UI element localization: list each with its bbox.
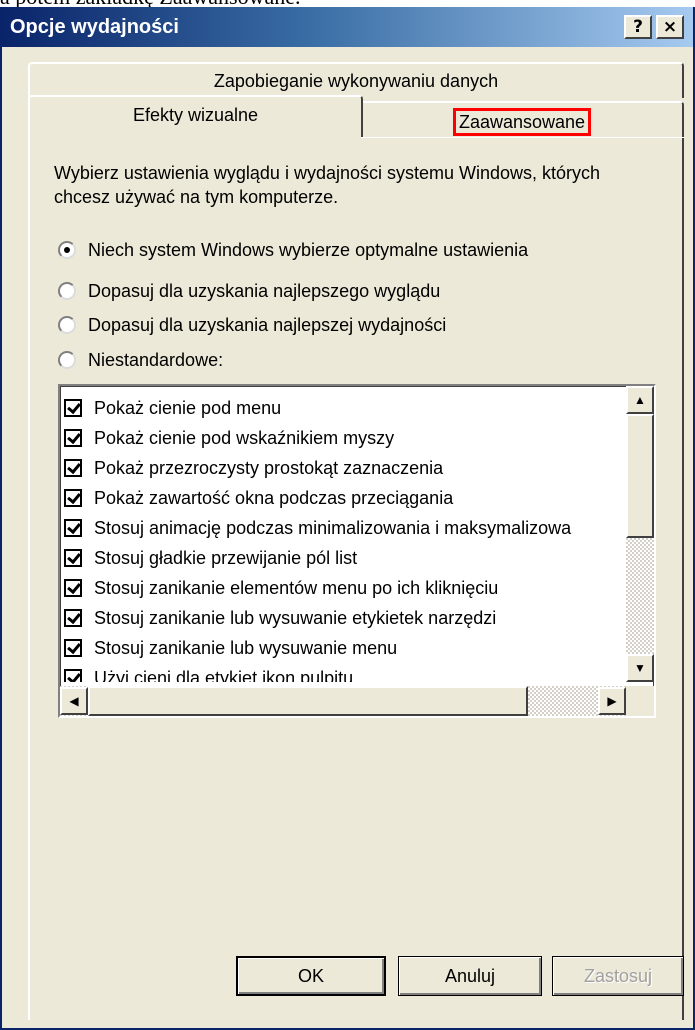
title-bar[interactable]: Opcje wydajności ? × [2, 7, 693, 47]
horizontal-scrollbar[interactable]: ◀ ▶ [60, 686, 626, 716]
list-item-label: Stosuj zanikanie lub wysuwanie etykietek… [94, 607, 497, 628]
list-item[interactable]: Stosuj zanikanie elementów menu po ich k… [64, 574, 498, 602]
ok-button[interactable]: OK [236, 956, 386, 996]
checkbox-icon[interactable] [64, 489, 82, 507]
radio-custom[interactable]: Niestandardowe: [58, 347, 223, 373]
radio-label: Dopasuj dla uzyskania najlepszej wydajno… [88, 314, 447, 335]
scroll-up-icon[interactable]: ▲ [626, 386, 654, 414]
list-item-label: Stosuj zanikanie lub wysuwanie menu [94, 637, 398, 658]
list-item-label: Stosuj animację podczas minimalizowania … [94, 517, 572, 538]
list-item[interactable]: Użyj cieni dla etykiet ikon pulpitu [64, 664, 353, 682]
list-item-label: Pokaż cienie pod wskaźnikiem myszy [94, 427, 395, 448]
checkbox-icon[interactable] [64, 609, 82, 627]
radio-button-icon[interactable] [58, 282, 76, 300]
scrollbar-corner [626, 686, 654, 716]
dialog-title: Opcje wydajności [10, 16, 179, 38]
apply-button[interactable]: Zastosuj [552, 956, 684, 996]
list-item-label: Pokaż cienie pod menu [94, 397, 282, 418]
tab-visual-effects[interactable]: Efekty wizualne [28, 95, 363, 137]
tab-advanced[interactable]: Zaawansowane [360, 101, 684, 137]
radio-label: Dopasuj dla uzyskania najlepszego wygląd… [88, 280, 441, 301]
scroll-down-icon[interactable]: ▼ [626, 654, 654, 682]
visual-effects-list[interactable]: Pokaż cienie pod menu Pokaż cienie pod w… [58, 384, 656, 718]
description-text: Wybierz ustawienia wyglądu i wydajności … [54, 163, 601, 207]
tab-visual-label: Efekty wizualne [132, 105, 259, 125]
radio-button-icon[interactable] [58, 316, 76, 334]
close-button[interactable]: × [656, 15, 684, 39]
checkbox-icon[interactable] [64, 669, 82, 682]
list-item[interactable]: Stosuj zanikanie lub wysuwanie menu [64, 634, 397, 662]
list-item[interactable]: Pokaż przezroczysty prostokąt zaznaczeni… [64, 454, 443, 482]
checkbox-icon[interactable] [64, 399, 82, 417]
effects-items: Pokaż cienie pod menu Pokaż cienie pod w… [64, 394, 624, 682]
vertical-scrollbar[interactable]: ▲ ▼ [626, 386, 654, 682]
list-item-label: Stosuj gładkie przewijanie pól list [94, 547, 358, 568]
list-item[interactable]: Stosuj zanikanie lub wysuwanie etykietek… [64, 604, 496, 632]
list-item-label: Stosuj zanikanie elementów menu po ich k… [94, 577, 499, 598]
list-item[interactable]: Pokaż zawartość okna podczas przeciągani… [64, 484, 453, 512]
checkbox-icon[interactable] [64, 429, 82, 447]
tab-data-execution-prevention[interactable]: Zapobieganie wykonywaniu danych [28, 62, 684, 98]
help-button[interactable]: ? [624, 15, 652, 39]
checkbox-icon[interactable] [64, 519, 82, 537]
horizontal-scroll-thumb[interactable] [88, 686, 528, 716]
checkbox-icon[interactable] [64, 639, 82, 657]
checkbox-icon[interactable] [64, 549, 82, 567]
list-item-label: Pokaż przezroczysty prostokąt zaznaczeni… [94, 457, 444, 478]
checkbox-icon[interactable] [64, 459, 82, 477]
tab-dep-label: Zapobieganie wykonywaniu danych [213, 71, 499, 91]
list-item[interactable]: Pokaż cienie pod wskaźnikiem myszy [64, 424, 394, 452]
cancel-button[interactable]: Anuluj [398, 956, 542, 996]
radio-let-windows-choose[interactable]: Niech system Windows wybierze optymalne … [58, 237, 528, 263]
radio-label: Niech system Windows wybierze optymalne … [88, 239, 529, 260]
radio-best-performance[interactable]: Dopasuj dla uzyskania najlepszej wydajno… [58, 312, 446, 338]
list-item[interactable]: Pokaż cienie pod menu [64, 394, 281, 422]
list-item[interactable]: Stosuj animację podczas minimalizowania … [64, 514, 571, 542]
radio-label: Niestandardowe: [88, 349, 224, 370]
tab-advanced-label: Zaawansowane [452, 108, 592, 136]
radio-button-icon[interactable] [58, 351, 76, 369]
scroll-left-icon[interactable]: ◀ [60, 687, 88, 715]
checkbox-icon[interactable] [64, 579, 82, 597]
list-item[interactable]: Stosuj gładkie przewijanie pól list [64, 544, 357, 572]
radio-best-appearance[interactable]: Dopasuj dla uzyskania najlepszego wygląd… [58, 278, 440, 304]
vertical-scroll-thumb[interactable] [626, 414, 654, 538]
list-item-label: Użyj cieni dla etykiet ikon pulpitu [94, 667, 354, 683]
radio-button-icon[interactable] [58, 241, 76, 259]
scroll-right-icon[interactable]: ▶ [598, 687, 626, 715]
list-item-label: Pokaż zawartość okna podczas przeciągani… [94, 487, 454, 508]
